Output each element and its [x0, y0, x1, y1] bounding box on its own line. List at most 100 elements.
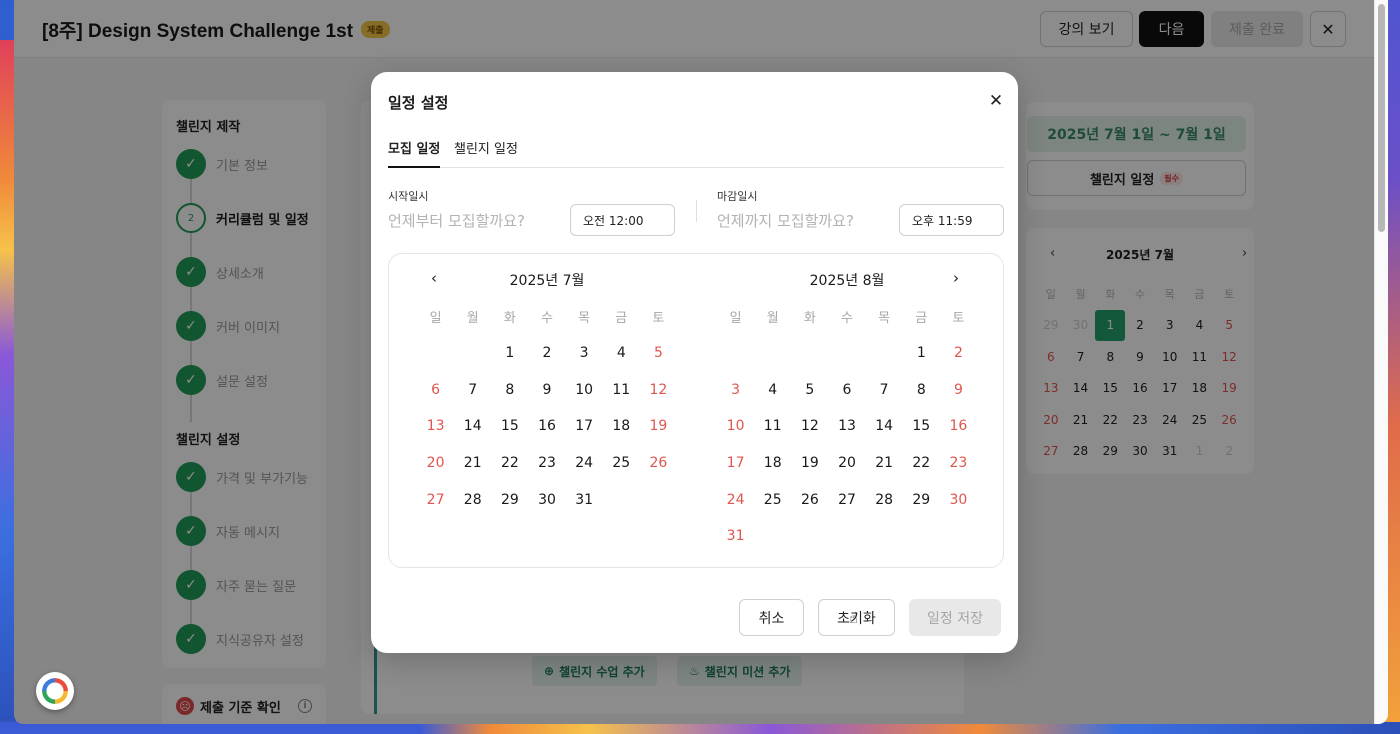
calendar-day[interactable]: 3: [717, 371, 754, 408]
tab-challenge-schedule[interactable]: 챌린지 일정: [454, 138, 518, 168]
calendar-day[interactable]: 9: [528, 371, 565, 408]
calendar-day[interactable]: 11: [754, 408, 791, 445]
calendar-empty-cell: [828, 335, 865, 372]
hand-cursor-icon: ☝: [849, 609, 859, 627]
calendar-day[interactable]: 21: [454, 445, 491, 482]
modal-close-icon[interactable]: ✕: [985, 90, 1007, 112]
calendar-day[interactable]: 28: [454, 481, 491, 518]
calendar-day[interactable]: 20: [417, 445, 454, 482]
calendar-day[interactable]: 6: [828, 371, 865, 408]
calendar-day[interactable]: 25: [603, 445, 640, 482]
calendar-day[interactable]: 4: [754, 371, 791, 408]
calendar-day[interactable]: 19: [791, 445, 828, 482]
modal-tabs: 모집 일정 챌린지 일정: [388, 134, 1004, 168]
calendar-day[interactable]: 19: [640, 408, 677, 445]
calendar-day[interactable]: 16: [528, 408, 565, 445]
calendar-day[interactable]: 15: [491, 408, 528, 445]
calendar-day[interactable]: 31: [717, 518, 754, 555]
calendar-day[interactable]: 31: [566, 481, 603, 518]
calendar-empty-cell: [717, 335, 754, 372]
calendar-day[interactable]: 18: [603, 408, 640, 445]
calendar-day[interactable]: 24: [566, 445, 603, 482]
calendar-day[interactable]: 13: [417, 408, 454, 445]
calendar-day[interactable]: 1: [903, 335, 940, 372]
weekday-label: 화: [803, 310, 816, 326]
calendar-day[interactable]: 12: [640, 371, 677, 408]
calendar-day[interactable]: 9: [940, 371, 977, 408]
calendar-day[interactable]: 1: [491, 335, 528, 372]
page-scrollbar[interactable]: [1374, 0, 1388, 724]
calendar-day[interactable]: 10: [717, 408, 754, 445]
date-range-calendar: ‹ 2025년 7월 일 월 화 수 목 금 토 1 2 3 4 5 6 7 8 9 10 11 12 13 14 15 1…: [388, 253, 1004, 568]
calendar-day[interactable]: 26: [640, 445, 677, 482]
calendar-day[interactable]: 7: [454, 371, 491, 408]
calendar-day[interactable]: 29: [903, 481, 940, 518]
calendar-grid: 일 월 화 수 목 금 토 1 2 3 4 5 6 7 8 9 10 11 12 13 14 15 16 17 18 19 20 21…: [717, 298, 977, 555]
start-datetime-label: 시작일시: [388, 190, 429, 203]
calendar-day[interactable]: 10: [566, 371, 603, 408]
calendar-day[interactable]: 16: [940, 408, 977, 445]
weekday-label: 일: [429, 310, 442, 326]
cancel-button[interactable]: 취소: [739, 599, 804, 636]
calendar-day[interactable]: 17: [717, 445, 754, 482]
weekday-label: 월: [766, 310, 779, 326]
calendar-day[interactable]: 2: [940, 335, 977, 372]
calendar-day[interactable]: 8: [903, 371, 940, 408]
launcher-logo-icon: [42, 678, 68, 704]
modal-title: 일정 설정: [388, 94, 449, 112]
start-date-hint: 언제부터 모집할까요?: [388, 212, 525, 230]
weekday-label: 토: [652, 310, 665, 326]
start-time-input[interactable]: 오전 12:00: [570, 204, 675, 236]
calendar-month-label: 2025년 7월: [509, 273, 585, 289]
calendar-day[interactable]: 29: [491, 481, 528, 518]
calendar-day[interactable]: 26: [791, 481, 828, 518]
calendar-july: ‹ 2025년 7월 일 월 화 수 목 금 토 1 2 3 4 5 6 7 8 9 10 11 12 13 14 15 1…: [417, 254, 677, 569]
app-window: [8주] Design System Challenge 1st 제출 강의 보…: [14, 0, 1388, 724]
calendar-day[interactable]: 8: [491, 371, 528, 408]
tab-recruit-schedule[interactable]: 모집 일정: [388, 138, 441, 168]
calendar-day[interactable]: 22: [491, 445, 528, 482]
calendar-day[interactable]: 5: [791, 371, 828, 408]
end-time-input[interactable]: 오후 11:59: [899, 204, 1004, 236]
calendar-day[interactable]: 12: [791, 408, 828, 445]
calendar-day[interactable]: 5: [640, 335, 677, 372]
calendar-day[interactable]: 27: [828, 481, 865, 518]
scrollbar-thumb[interactable]: [1378, 4, 1385, 232]
calendar-day[interactable]: 28: [866, 481, 903, 518]
weekday-label: 수: [841, 310, 853, 326]
calendar-empty-cell: [866, 335, 903, 372]
weekday-label: 수: [541, 310, 553, 326]
calendar-day[interactable]: 4: [603, 335, 640, 372]
calendar-day[interactable]: 22: [903, 445, 940, 482]
calendar-day[interactable]: 13: [828, 408, 865, 445]
calendar-day[interactable]: 11: [603, 371, 640, 408]
calendar-day[interactable]: 21: [866, 445, 903, 482]
calendar-day[interactable]: 25: [754, 481, 791, 518]
calendar-empty-cell: [791, 335, 828, 372]
schedule-modal: 일정 설정 ✕ 모집 일정 챌린지 일정 시작일시 언제부터 모집할까요? 오전…: [371, 72, 1018, 653]
weekday-label: 금: [915, 310, 928, 326]
save-schedule-button[interactable]: 일정 저장: [909, 599, 1001, 636]
calendar-day[interactable]: 17: [566, 408, 603, 445]
weekday-label: 토: [952, 310, 965, 326]
calendar-day[interactable]: 2: [528, 335, 565, 372]
calendar-day[interactable]: 23: [528, 445, 565, 482]
calendar-day[interactable]: 6: [417, 371, 454, 408]
calendar-day[interactable]: 20: [828, 445, 865, 482]
calendar-august: 2025년 8월 › 일 월 화 수 목 금 토 1 2 3 4 5 6 7 8 9 10 11 12 13 14 15 1…: [717, 254, 977, 569]
calendar-day[interactable]: 14: [454, 408, 491, 445]
calendar-empty-cell: [417, 335, 454, 372]
calendar-day[interactable]: 14: [866, 408, 903, 445]
calendar-day[interactable]: 18: [754, 445, 791, 482]
calendar-day[interactable]: 23: [940, 445, 977, 482]
calendar-day[interactable]: 24: [717, 481, 754, 518]
next-month-icon[interactable]: ›: [953, 269, 959, 287]
calendar-day[interactable]: 30: [528, 481, 565, 518]
weekday-label: 화: [503, 310, 516, 326]
calendar-day[interactable]: 3: [566, 335, 603, 372]
calendar-day[interactable]: 7: [866, 371, 903, 408]
calendar-day[interactable]: 15: [903, 408, 940, 445]
calendar-day[interactable]: 27: [417, 481, 454, 518]
app-launcher-button[interactable]: [36, 672, 74, 710]
calendar-day[interactable]: 30: [940, 481, 977, 518]
